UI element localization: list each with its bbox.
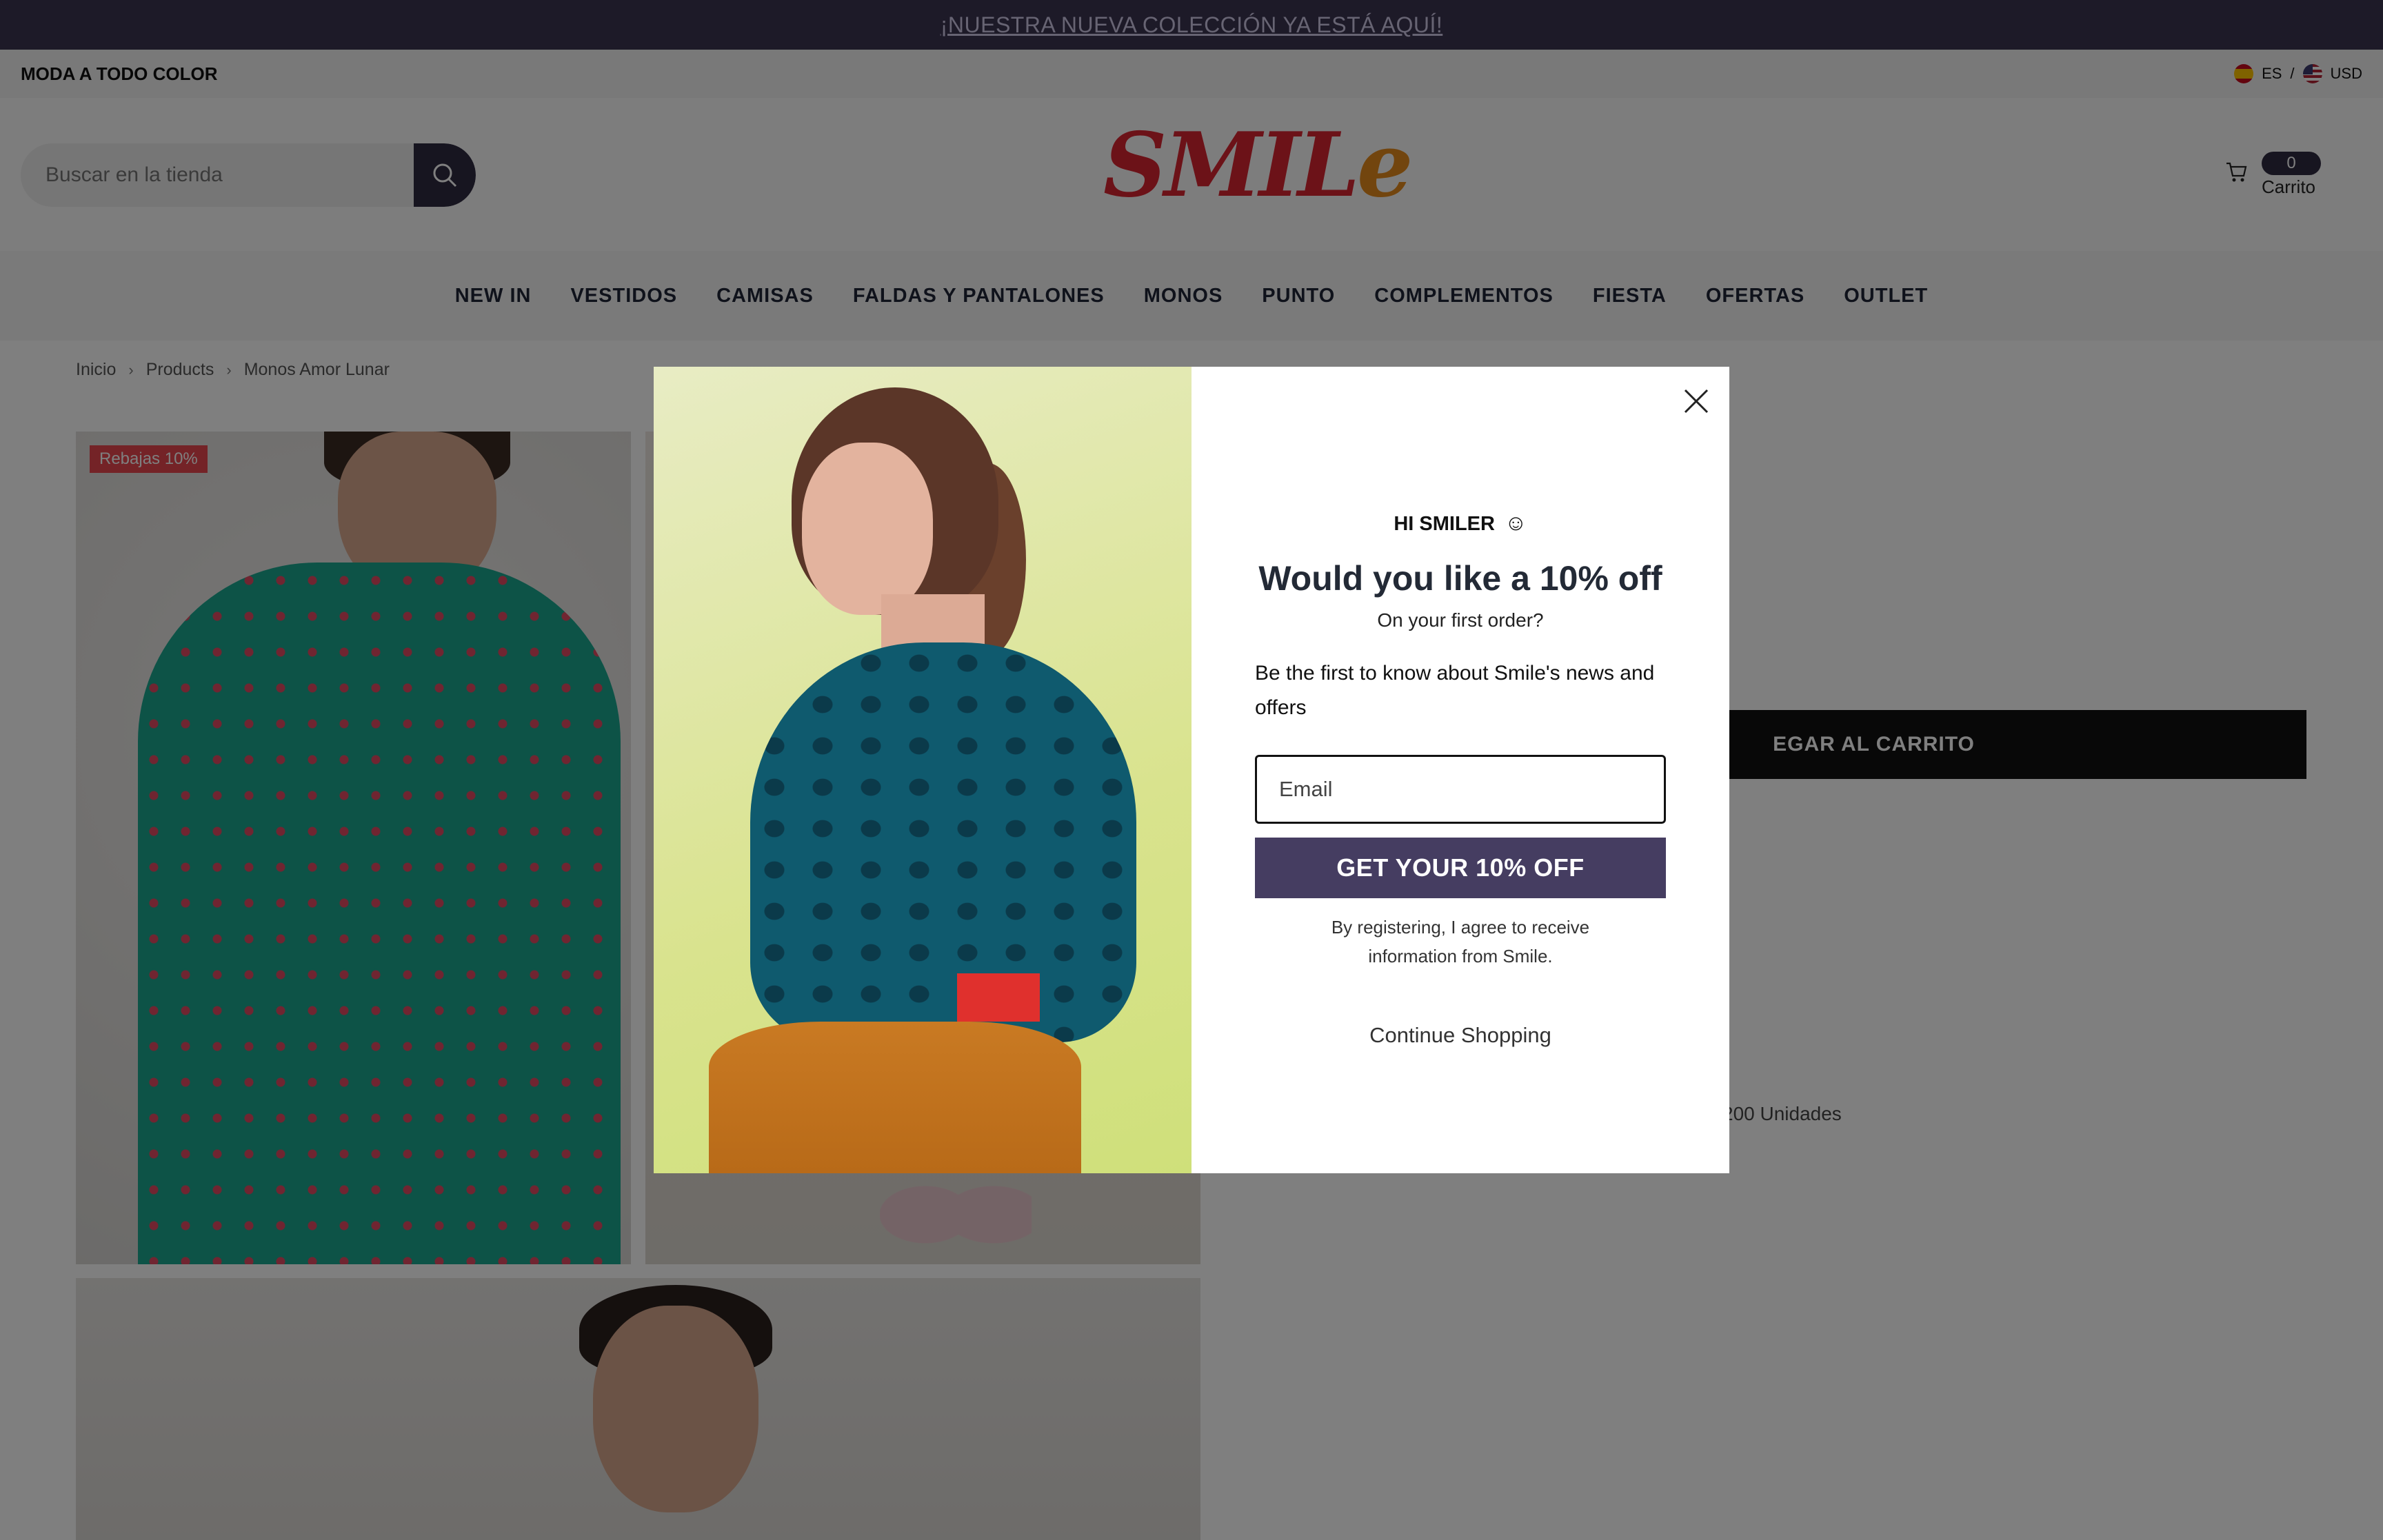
- model-blouse: [750, 642, 1136, 1042]
- model-face: [802, 443, 933, 615]
- email-field[interactable]: [1255, 755, 1666, 824]
- get-discount-button[interactable]: GET YOUR 10% OFF: [1255, 838, 1666, 898]
- smiley-icon: ☺: [1504, 510, 1527, 535]
- popup-model-photo: [654, 367, 1192, 1173]
- popup-legal-text: By registering, I agree to receive infor…: [1331, 917, 1590, 966]
- model-skirt: [709, 1022, 1081, 1173]
- close-icon[interactable]: [1681, 386, 1711, 416]
- popup-content: HI SMILER ☺ Would you like a 10% off On y…: [1192, 367, 1729, 1173]
- greeting-text: HI SMILER: [1394, 513, 1495, 535]
- popup-headline: Would you like a 10% off: [1258, 559, 1662, 598]
- popup-subheadline: On your first order?: [1377, 609, 1544, 631]
- model-belt: [957, 973, 1040, 1022]
- newsletter-popup: HI SMILER ☺ Would you like a 10% off On y…: [654, 367, 1729, 1173]
- continue-shopping-link[interactable]: Continue Shopping: [1192, 1023, 1729, 1048]
- popup-greeting: HI SMILER ☺: [1192, 510, 1729, 536]
- popup-description: Be the first to know about Smile's news …: [1255, 662, 1655, 719]
